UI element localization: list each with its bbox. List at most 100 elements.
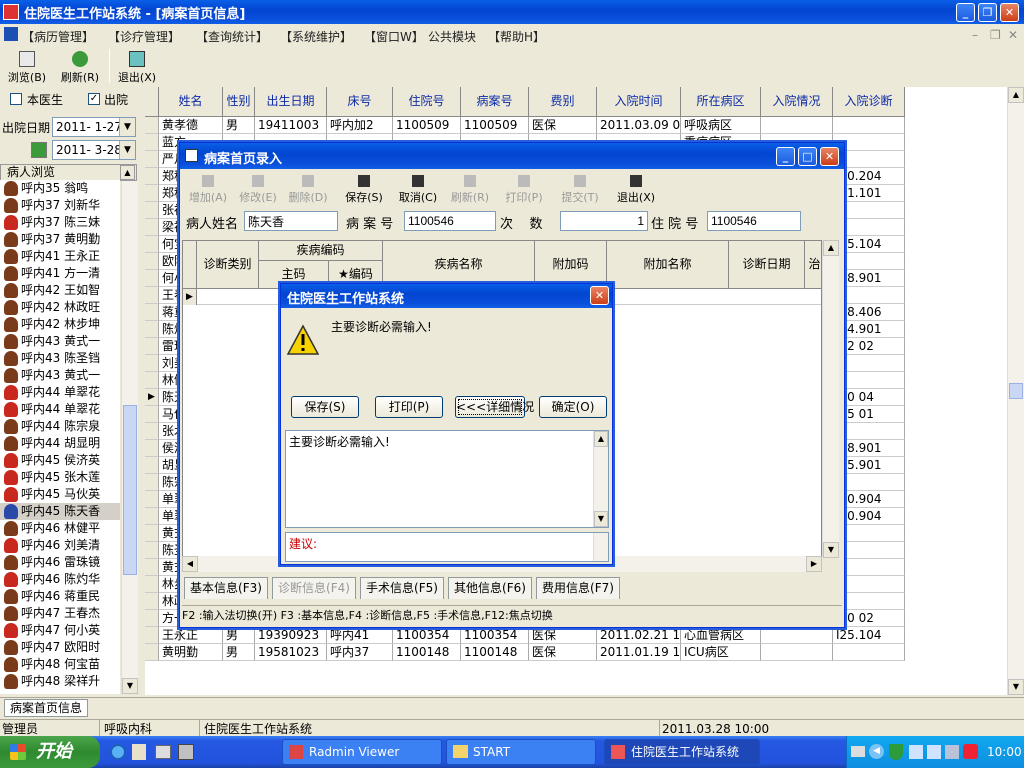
table-row[interactable]: 王永正男 19390923 呼内41 1100354 1100354 医保 2011.02.… <box>145 627 905 644</box>
grid-col-header[interactable]: 住院号 <box>393 87 461 117</box>
list-item[interactable]: 呼内45 张木莲 <box>0 469 120 486</box>
dialog-maximize-icon[interactable]: □ <box>798 147 817 166</box>
list-item[interactable]: 呼内43 黄式一 <box>0 333 120 350</box>
patient-name-input[interactable] <box>244 211 338 231</box>
alert-dialog[interactable]: 住院医生工作站系统 ✕ 主要诊断必需输入! 保存(S) 打印(P) <<<详细情… <box>280 283 613 565</box>
security-shield-icon[interactable] <box>889 744 903 760</box>
scroll-down-icon[interactable]: ▼ <box>594 511 608 527</box>
mdi-tab-record-info[interactable]: 病案首页信息 <box>4 699 88 717</box>
case-no-input[interactable] <box>404 211 496 231</box>
tab-diagnosis-info[interactable]: 诊断信息(F4) <box>272 577 356 599</box>
restore-icon[interactable]: ❐ <box>978 3 997 22</box>
alert-ok-button[interactable]: 确定(O) <box>539 396 607 418</box>
table-cell[interactable]: 呼内41 <box>327 627 393 644</box>
add-button[interactable]: 增加(A) <box>184 175 232 205</box>
menu-item-public[interactable]: 公共模块 <box>428 28 476 45</box>
scroll-left-icon[interactable]: ◀ <box>182 556 198 572</box>
suggest-scrollbar[interactable] <box>593 533 608 561</box>
patient-list-scrollbar[interactable]: ▼ <box>121 181 138 694</box>
grid-col-header[interactable]: 入院诊断 <box>833 87 905 117</box>
chevron-down-icon[interactable]: ▼ <box>119 141 135 159</box>
grid-col-header[interactable]: 病案号 <box>461 87 529 117</box>
network-icon[interactable] <box>909 745 923 759</box>
task-hospital-system[interactable]: 住院医生工作站系统 <box>604 739 760 765</box>
tab-cost-info[interactable]: 费用信息(F7) <box>536 577 620 599</box>
table-cell[interactable]: 黄孝德 <box>159 117 223 134</box>
table-cell[interactable]: ICU病区 <box>681 644 761 661</box>
table-cell[interactable]: 黄明勤 <box>159 644 223 661</box>
table-cell[interactable]: 1100509 <box>393 117 461 134</box>
grid-scroll-thumb[interactable] <box>1009 383 1023 399</box>
table-cell[interactable]: 男 <box>223 627 255 644</box>
table-cell[interactable]: 王永正 <box>159 627 223 644</box>
table-cell[interactable]: 男 <box>223 644 255 661</box>
menu-item-records[interactable]: 【病历管理】 <box>22 28 94 45</box>
list-item[interactable]: 呼内45 陈天香 <box>0 503 120 520</box>
list-item[interactable]: 呼内41 王永正 <box>0 248 120 265</box>
table-cell[interactable]: 2011.03.09 09 <box>597 117 681 134</box>
scroll-down-icon[interactable]: ▼ <box>122 678 138 694</box>
table-cell[interactable]: 呼内加2 <box>327 117 393 134</box>
grid-col-header[interactable]: 出生日期 <box>255 87 327 117</box>
grid-scrollbar[interactable]: ▲ ▼ <box>1007 87 1024 695</box>
table-cell[interactable]: 19581023 <box>255 644 327 661</box>
list-item[interactable]: 呼内37 刘新华 <box>0 197 120 214</box>
mdi-restore-icon[interactable]: ❐ <box>990 28 1001 42</box>
close-icon[interactable]: ✕ <box>1000 3 1019 22</box>
list-item[interactable]: 呼内37 黄明勤 <box>0 231 120 248</box>
list-item[interactable]: 呼内48 梁祥升 <box>0 673 120 690</box>
network-icon-2[interactable] <box>927 745 941 759</box>
list-item[interactable]: 呼内42 王如智 <box>0 282 120 299</box>
menu-item-help[interactable]: 【帮助H】 <box>488 28 545 45</box>
table-cell[interactable] <box>761 627 833 644</box>
table-cell[interactable]: 1100148 <box>393 644 461 661</box>
delete-button[interactable]: 删除(D) <box>284 175 332 205</box>
grid-col-header[interactable]: 所在病区 <box>681 87 761 117</box>
print-button[interactable]: 打印(P) <box>500 175 548 205</box>
alert-print-button[interactable]: 打印(P) <box>375 396 443 418</box>
list-item[interactable]: 呼内41 方一清 <box>0 265 120 282</box>
submit-button[interactable]: 提交(T) <box>556 175 604 205</box>
table-cell[interactable]: 男 <box>223 117 255 134</box>
start-button[interactable]: 开始 <box>0 736 100 768</box>
minimize-icon[interactable]: _ <box>956 3 975 22</box>
patient-list[interactable]: 呼内35 翁鸣 呼内37 刘新华 呼内37 陈三妹 呼内37 黄明勤 呼内41 王永正呼… <box>0 180 120 694</box>
save-button[interactable]: 保存(S) <box>340 175 388 205</box>
grid-col-header[interactable]: 性别 <box>223 87 255 117</box>
table-row[interactable]: 黄孝德男 19411003 呼内加2 1100509 1100509 医保 2011.03.… <box>145 117 905 134</box>
list-item[interactable]: 呼内42 林政旺 <box>0 299 120 316</box>
list-item[interactable]: 呼内44 单翠花 <box>0 401 120 418</box>
grid-col-header[interactable]: 床号 <box>327 87 393 117</box>
grid-col-header[interactable]: 费别 <box>529 87 597 117</box>
alert-save-button[interactable]: 保存(S) <box>291 396 359 418</box>
task-radmin-viewer[interactable]: Radmin Viewer <box>282 739 442 765</box>
dialog-close-icon[interactable]: ✕ <box>820 147 839 166</box>
main-title-bar[interactable]: 住院医生工作站系统 - [病案首页信息] _ ❐ ✕ <box>0 0 1024 24</box>
table-cell[interactable]: 呼吸病区 <box>681 117 761 134</box>
list-item[interactable]: 呼内46 陈灼华 <box>0 571 120 588</box>
my-doctor-checkbox[interactable] <box>10 93 22 105</box>
table-cell[interactable]: 医保 <box>529 117 597 134</box>
list-item[interactable]: 呼内44 胡显明 <box>0 435 120 452</box>
list-item[interactable]: 呼内35 翁鸣 <box>0 180 120 197</box>
table-cell[interactable] <box>761 644 833 661</box>
dialog-minimize-icon[interactable]: _ <box>776 147 795 166</box>
scroll-up-icon[interactable]: ▲ <box>594 431 608 447</box>
scroll-down-icon[interactable]: ▼ <box>1008 679 1024 695</box>
tab-basic-info[interactable]: 基本信息(F3) <box>184 577 268 599</box>
menu-item-query[interactable]: 【查询统计】 <box>196 28 268 45</box>
table-cell[interactable] <box>833 644 905 661</box>
table-row[interactable]: 黄明勤男 19581023 呼内37 1100148 1100148 医保 2011.01.… <box>145 644 905 661</box>
cancel-button[interactable]: 取消(C) <box>394 175 442 205</box>
list-item[interactable]: 呼内43 黄式一 <box>0 367 120 384</box>
antivirus-icon[interactable] <box>963 744 978 759</box>
mdi-min-icon[interactable]: – <box>972 28 978 42</box>
list-item[interactable]: 呼内47 欧阳时 <box>0 639 120 656</box>
exit-button[interactable]: 退出(X) <box>115 51 159 85</box>
menu-item-system[interactable]: 【系统维护】 <box>280 28 352 45</box>
list-item[interactable]: 呼内44 陈宗泉 <box>0 418 120 435</box>
list-item[interactable]: 呼内44 单翠花 <box>0 384 120 401</box>
task-start-folder[interactable]: START <box>446 739 596 765</box>
chevron-down-icon[interactable]: ▼ <box>119 118 135 136</box>
table-cell[interactable]: 呼内37 <box>327 644 393 661</box>
